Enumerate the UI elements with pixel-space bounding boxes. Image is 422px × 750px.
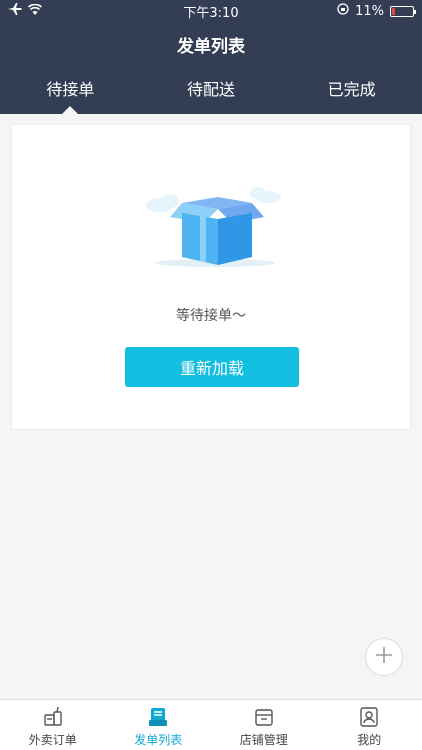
profile-icon (358, 706, 380, 728)
battery-percent: 11% (355, 3, 384, 19)
header: 下午3:10 11% 发单列表 待接单 待配送 已完成 (0, 0, 422, 114)
page-title: 发单列表 (177, 37, 245, 57)
status-time: 下午3:10 (183, 5, 239, 21)
empty-state-card: 等待接单～ 重新加载 (11, 124, 411, 430)
nav-label: 店铺管理 (239, 733, 288, 747)
store-icon (253, 706, 275, 728)
reload-button[interactable]: 重新加载 (125, 347, 299, 387)
airplane-icon (8, 3, 22, 19)
tab-completed[interactable]: 已完成 (281, 76, 422, 114)
order-list-icon (147, 706, 169, 728)
nav-label: 我的 (357, 733, 382, 747)
status-bar: 下午3:10 11% (0, 0, 422, 22)
nav-store-management[interactable]: 店铺管理 (211, 700, 317, 750)
nav-profile[interactable]: 我的 (317, 700, 422, 750)
empty-state-message: 等待接单～ (176, 308, 246, 324)
empty-box-icon (140, 183, 290, 277)
nav-order-list[interactable]: 发单列表 (106, 700, 212, 750)
nav-takeout-orders[interactable]: 外卖订单 (0, 700, 106, 750)
nav-label: 发单列表 (134, 733, 183, 747)
tab-bar: 待接单 待配送 已完成 (0, 76, 422, 114)
tab-pending-accept[interactable]: 待接单 (0, 76, 141, 114)
bottom-nav: 外卖订单 发单列表 店铺管理 我的 (0, 699, 422, 750)
rotation-lock-icon (337, 3, 349, 19)
add-button[interactable] (365, 638, 403, 676)
nav-label: 外卖订单 (28, 733, 77, 747)
tab-pending-delivery[interactable]: 待配送 (141, 76, 282, 114)
plus-icon (374, 645, 394, 669)
wifi-icon (27, 3, 43, 19)
takeout-cup-icon (42, 706, 64, 728)
battery-icon (390, 5, 416, 17)
